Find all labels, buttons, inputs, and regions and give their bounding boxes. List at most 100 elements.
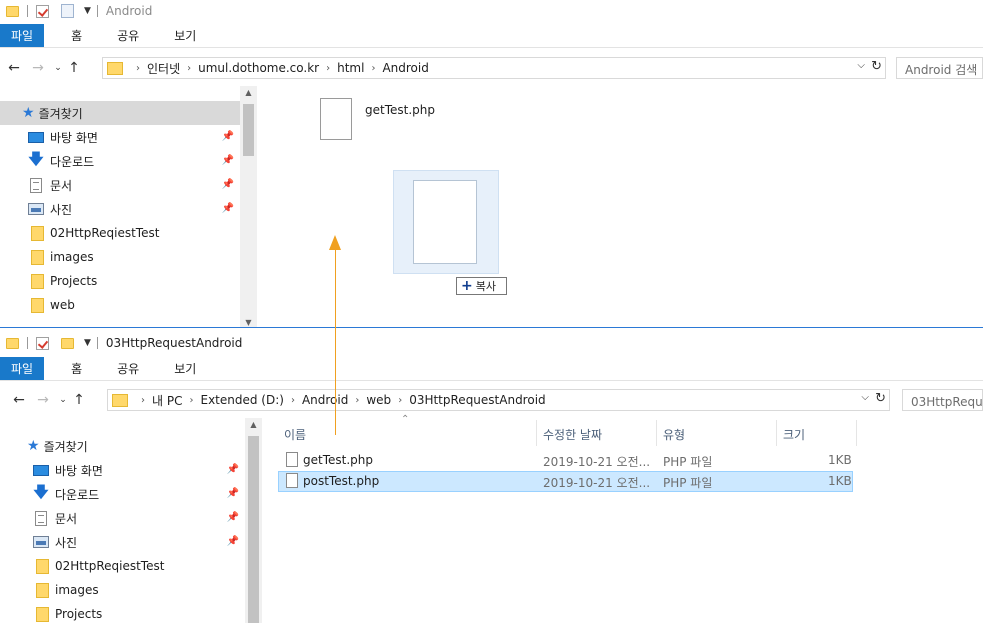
scroll-down-icon[interactable]: ▼ [240,318,257,327]
chevron-down-icon[interactable]: ⌵ [861,392,869,403]
chevron-right-icon[interactable]: › [189,395,193,406]
address-bar[interactable]: › 인터넷 › umul.dothome.co.kr › html › Andr… [102,57,886,79]
sidebar-item-label: 즐겨찾기 [43,439,88,454]
sidebar-item-downloads[interactable]: 🡇 다운로드 📌 [0,149,240,173]
breadcrumb-item[interactable]: web [366,393,391,407]
sidebar-item-quick-access[interactable]: ★ 즐겨찾기 [0,434,245,458]
scrollbar-thumb[interactable] [248,436,259,623]
file-name[interactable]: getTest.php [303,453,373,467]
tab-file[interactable]: 파일 [0,357,45,380]
back-arrow-icon[interactable]: ← [6,60,22,76]
chevron-right-icon[interactable]: › [141,395,145,406]
chevron-right-icon[interactable]: › [371,63,375,74]
tab-view[interactable]: 보기 [162,357,208,380]
tab-share[interactable]: 공유 [105,357,151,380]
refresh-icon[interactable]: ↻ [871,59,882,74]
new-folder-icon[interactable] [61,337,74,349]
column-header-name[interactable]: 이름 [278,420,537,446]
sidebar-item-desktop[interactable]: 바탕 화면 📌 [0,458,245,482]
chevron-right-icon[interactable]: › [326,63,330,74]
tab-home[interactable]: 홈 [59,357,94,380]
back-arrow-icon[interactable]: ← [11,392,27,408]
folder-icon [31,273,44,289]
pictures-icon [28,203,44,215]
sidebar-item-label: 문서 [55,511,78,526]
sidebar-item-desktop[interactable]: 바탕 화면 📌 [0,125,240,149]
breadcrumb-item[interactable]: Android [382,61,428,75]
scrollbar-thumb[interactable] [243,104,254,156]
divider [27,337,28,349]
php-file-icon [286,452,298,467]
quick-access-dropdown-icon[interactable]: ▼ [84,338,91,348]
sidebar-item-documents[interactable]: 문서 📌 [0,173,240,197]
column-header-date[interactable]: 수정한 날짜 [537,420,657,446]
sidebar-scrollbar[interactable]: ▲ [245,418,262,623]
sidebar-item-folder[interactable]: images [0,245,240,269]
chevron-right-icon[interactable]: › [136,63,140,74]
properties-icon[interactable] [36,4,49,18]
star-icon: ★ [22,105,35,121]
plus-icon: + [461,278,473,294]
sidebar-scrollbar[interactable]: ▲ ▼ [240,86,257,328]
sidebar-item-pictures[interactable]: 사진 📌 [0,197,240,221]
quick-access-dropdown-icon[interactable]: ▼ [84,6,91,16]
file-name[interactable]: postTest.php [303,474,379,488]
new-folder-icon[interactable] [61,4,74,18]
refresh-icon[interactable]: ↻ [875,391,886,406]
sidebar-item-folder[interactable]: web [0,293,240,317]
scroll-up-icon[interactable]: ▲ [240,88,257,97]
tab-home[interactable]: 홈 [59,24,94,47]
arrow-up-icon [329,235,341,250]
breadcrumb-item[interactable]: html [337,61,364,75]
forward-arrow-icon[interactable]: → [30,60,46,76]
sidebar-item-quick-access[interactable]: ★ 즐겨찾기 [0,101,240,125]
breadcrumb-item[interactable]: 인터넷 [147,60,180,77]
tab-share[interactable]: 공유 [105,24,151,47]
column-headers: ⌃ 이름 수정한 날짜 유형 크기 [278,414,858,446]
sidebar-item-downloads[interactable]: 🡇 다운로드 📌 [0,482,245,506]
sidebar-item-label: images [55,583,99,597]
sidebar-item-label: web [50,298,75,312]
search-input[interactable]: Android 검색 [896,57,983,79]
sidebar-item-folder[interactable]: 02HttpReqiestTest [0,221,240,245]
chevron-right-icon[interactable]: › [187,63,191,74]
tab-file[interactable]: 파일 [0,24,45,47]
search-input[interactable]: 03HttpRequestAndroid 검색 [902,389,983,411]
chevron-right-icon[interactable]: › [291,395,295,406]
recent-locations-icon[interactable]: ⌄ [57,395,69,405]
address-bar[interactable]: › 내 PC › Extended (D:) › Android › web ›… [107,389,890,411]
breadcrumb-item[interactable]: 내 PC [152,392,182,409]
sidebar-item-folder[interactable]: images [0,578,245,602]
chevron-right-icon[interactable]: › [398,395,402,406]
tab-view[interactable]: 보기 [162,24,208,47]
chevron-down-icon[interactable]: ⌵ [857,60,865,71]
breadcrumb-item[interactable]: umul.dothome.co.kr [198,61,319,75]
file-row[interactable]: getTest.php 2019-10-21 오전... PHP 파일 1KB [278,450,853,471]
recent-locations-icon[interactable]: ⌄ [52,63,64,73]
sidebar-item-folder[interactable]: Projects [0,269,240,293]
sidebar-item-pictures[interactable]: 사진 📌 [0,530,245,554]
column-header-size[interactable]: 크기 [777,420,857,446]
sidebar-item-folder[interactable]: 02HttpReqiestTest [0,554,245,578]
sidebar-item-documents[interactable]: 문서 📌 [0,506,245,530]
forward-arrow-icon[interactable]: → [35,392,51,408]
breadcrumb-item[interactable]: 03HttpRequestAndroid [409,393,545,407]
properties-icon[interactable] [36,336,49,350]
column-header-type[interactable]: 유형 [657,420,777,446]
window-title: Android [105,4,153,18]
breadcrumb-item[interactable]: Extended (D:) [200,393,283,407]
file-name[interactable]: getTest.php [365,103,435,117]
pin-icon: 📌 [226,512,239,523]
sidebar-item-label: 사진 [50,202,73,217]
file-row-selected[interactable]: postTest.php 2019-10-21 오전... PHP 파일 1KB [278,471,853,492]
sidebar-item-folder[interactable]: Projects [0,602,245,623]
pin-icon: 📌 [221,203,234,214]
up-arrow-icon[interactable]: ↑ [71,392,87,408]
breadcrumb-item[interactable]: Android [302,393,348,407]
scroll-up-icon[interactable]: ▲ [245,420,262,429]
up-arrow-icon[interactable]: ↑ [66,60,82,76]
file-item[interactable] [320,98,354,142]
file-type: PHP 파일 [663,455,713,469]
chevron-right-icon[interactable]: › [355,395,359,406]
sidebar-item-label: images [50,250,94,264]
